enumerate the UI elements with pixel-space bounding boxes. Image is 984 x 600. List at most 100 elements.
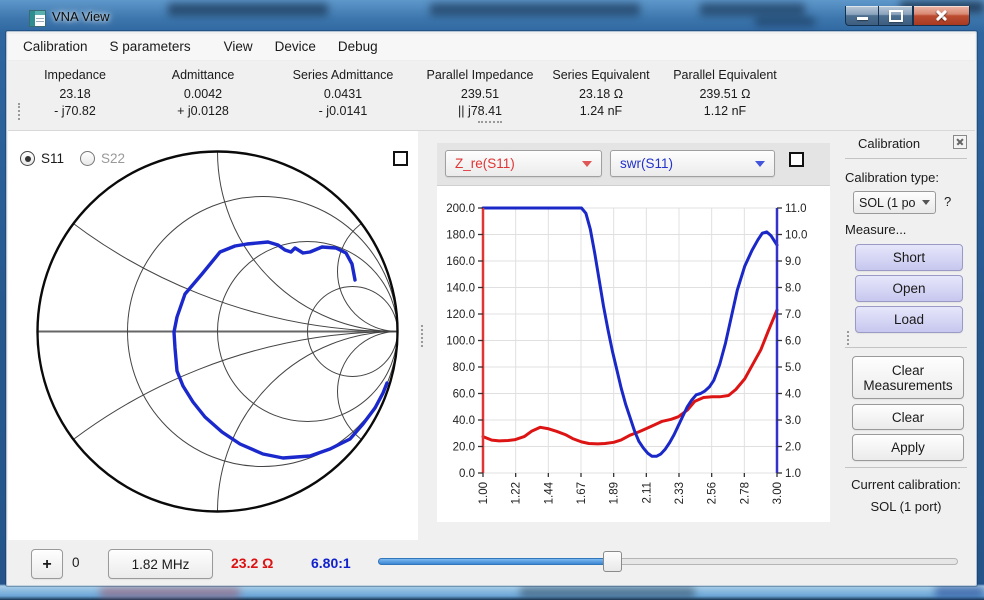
menu-device[interactable]: Device xyxy=(264,34,327,60)
current-calibration-label: Current calibration: xyxy=(843,477,969,492)
svg-text:2.78: 2.78 xyxy=(739,482,751,504)
marker-count: 0 xyxy=(72,555,80,570)
menu-bar: Calibration S parameters View Device Deb… xyxy=(8,34,975,61)
svg-text:140.0: 140.0 xyxy=(446,283,475,295)
panel-splitter-handle[interactable] xyxy=(421,325,423,347)
radio-s22-icon xyxy=(80,151,95,166)
svg-text:60.0: 60.0 xyxy=(453,389,475,401)
smith-popout-icon[interactable] xyxy=(393,151,408,166)
clear-button[interactable]: Clear xyxy=(852,404,964,430)
calibration-help[interactable]: ? xyxy=(944,194,951,209)
bottom-blur-blob xyxy=(520,587,695,598)
sidebar-close-icon[interactable] xyxy=(953,135,967,149)
svg-text:2.33: 2.33 xyxy=(674,482,686,504)
svg-text:9.0: 9.0 xyxy=(785,256,801,268)
svg-text:6.0: 6.0 xyxy=(785,336,801,348)
secondary-trace-label: swr(S11) xyxy=(620,156,673,171)
minimize-icon xyxy=(857,17,868,20)
menu-debug[interactable]: Debug xyxy=(327,34,389,60)
smith-chart xyxy=(8,131,418,540)
svg-text:7.0: 7.0 xyxy=(785,309,801,321)
svg-text:4.0: 4.0 xyxy=(785,389,801,401)
short-button[interactable]: Short xyxy=(855,244,963,271)
svg-text:2.0: 2.0 xyxy=(785,442,801,454)
stat-series-admittance: Series Admittance0.0431- j0.0141 xyxy=(268,67,418,120)
svg-text:2.11: 2.11 xyxy=(641,482,653,504)
menu-s-parameters[interactable]: S parameters xyxy=(99,34,202,60)
bottom-blur-blob xyxy=(100,587,240,598)
svg-text:80.0: 80.0 xyxy=(453,362,475,374)
divider xyxy=(845,467,967,468)
load-button[interactable]: Load xyxy=(855,306,963,333)
impedance-readout: 23.2 Ω xyxy=(231,555,273,571)
frequency-slider-handle[interactable] xyxy=(603,551,622,572)
svg-text:120.0: 120.0 xyxy=(446,309,475,321)
svg-text:1.00: 1.00 xyxy=(478,482,490,504)
calibration-type-value: SOL (1 po xyxy=(859,196,916,210)
sidebar-grip[interactable] xyxy=(847,331,849,345)
svg-text:1.0: 1.0 xyxy=(785,468,801,480)
sidebar-title: Calibration xyxy=(858,136,920,151)
calibration-type-label: Calibration type: xyxy=(845,170,939,185)
smith-chart-panel xyxy=(8,131,418,540)
secondary-trace-select[interactable]: swr(S11) xyxy=(610,150,775,177)
svg-text:40.0: 40.0 xyxy=(453,415,475,427)
calibration-type-select[interactable]: SOL (1 po xyxy=(853,191,936,214)
add-marker-button[interactable]: + xyxy=(31,549,63,579)
svg-text:1.44: 1.44 xyxy=(543,481,555,504)
svg-text:200.0: 200.0 xyxy=(446,203,475,215)
divider xyxy=(845,347,967,348)
menu-calibration[interactable]: Calibration xyxy=(12,34,99,60)
frequency-chart: 0.020.040.060.080.0100.0120.0140.0160.01… xyxy=(437,186,830,522)
close-button[interactable] xyxy=(913,6,970,26)
stat-parallel-equivalent: Parallel Equivalent239.51 Ω1.12 nF xyxy=(650,67,800,120)
radio-s11[interactable]: S11 xyxy=(20,151,64,166)
divider xyxy=(845,158,967,159)
svg-text:20.0: 20.0 xyxy=(453,442,475,454)
titlebar-blur-blob xyxy=(700,3,805,16)
open-button[interactable]: Open xyxy=(855,275,963,302)
primary-trace-select[interactable]: Z_re(S11) xyxy=(445,150,602,177)
radio-s22[interactable]: S22 xyxy=(80,151,125,166)
maximize-icon xyxy=(889,10,903,22)
toolbar-overflow-grip[interactable] xyxy=(478,121,502,123)
frequency-button[interactable]: 1.82 MHz xyxy=(108,549,213,579)
svg-text:1.89: 1.89 xyxy=(609,482,621,504)
menu-view[interactable]: View xyxy=(213,34,264,60)
minimize-button[interactable] xyxy=(845,6,879,26)
titlebar-blur-blob xyxy=(430,3,640,16)
clear-measurements-button[interactable]: Clear Measurements xyxy=(852,356,964,399)
maximize-button[interactable] xyxy=(879,6,913,26)
chart-body: 0.020.040.060.080.0100.0120.0140.0160.01… xyxy=(437,186,830,522)
swr-readout: 6.80:1 xyxy=(311,555,351,571)
svg-text:0.0: 0.0 xyxy=(459,468,475,480)
primary-trace-label: Z_re(S11) xyxy=(455,156,515,171)
svg-text:3.00: 3.00 xyxy=(772,482,784,504)
radio-s11-icon xyxy=(20,151,35,166)
titlebar-blur-blob xyxy=(755,17,815,26)
current-calibration-value: SOL (1 port) xyxy=(843,499,969,514)
svg-text:10.0: 10.0 xyxy=(785,230,807,242)
window-title: VNA View xyxy=(52,9,110,24)
app-icon[interactable] xyxy=(29,10,46,27)
apply-button[interactable]: Apply xyxy=(852,434,964,461)
chevron-down-icon xyxy=(922,200,930,205)
chevron-down-icon xyxy=(755,161,765,167)
stat-admittance: Admittance0.0042+ j0.0128 xyxy=(128,67,278,120)
svg-text:8.0: 8.0 xyxy=(785,283,801,295)
svg-text:180.0: 180.0 xyxy=(446,230,475,242)
svg-text:3.0: 3.0 xyxy=(785,415,801,427)
svg-text:1.67: 1.67 xyxy=(576,482,588,504)
close-icon xyxy=(935,9,948,22)
bottom-blur-blob xyxy=(935,586,984,598)
titlebar-blur-blob xyxy=(168,3,328,16)
measure-label: Measure... xyxy=(845,222,906,237)
svg-text:11.0: 11.0 xyxy=(785,203,807,215)
frequency-slider-fill xyxy=(378,558,612,565)
chart-popout-icon[interactable] xyxy=(789,152,804,167)
caption-buttons xyxy=(845,0,970,25)
vna-window: VNA View Calibration S parameters View D… xyxy=(0,0,984,600)
radio-s11-label: S11 xyxy=(41,151,64,166)
svg-text:2.56: 2.56 xyxy=(707,482,719,504)
radio-s22-label: S22 xyxy=(101,151,125,166)
